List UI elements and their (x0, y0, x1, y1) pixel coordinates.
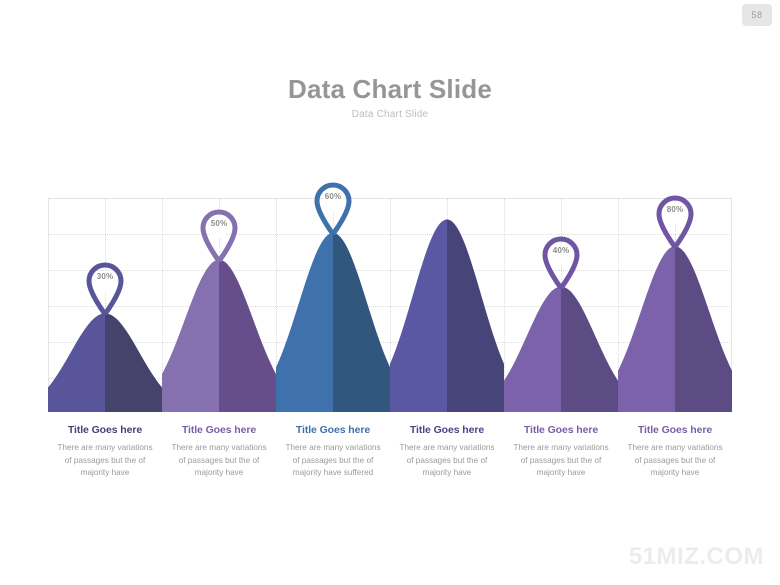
bell-curve-right-half (675, 246, 732, 412)
map-pin-icon (656, 195, 694, 249)
legend-column-body: There are many variations of passages bu… (399, 443, 495, 477)
bell-curve-right-half (105, 313, 162, 412)
legend-column-title: Title Goes here (67, 424, 143, 436)
map-pin-icon (200, 209, 238, 262)
pin-marker[interactable]: 30% (83, 259, 127, 316)
legend-column-title: Title Goes here (295, 424, 371, 436)
bell-curve-left-half (162, 259, 219, 412)
bell-curve-right-half (561, 286, 618, 412)
legend-column: Title Goes here There are many variations… (390, 424, 504, 524)
pin-marker[interactable]: 60% (311, 179, 355, 235)
legend-column-body: There are many variations of passages bu… (57, 443, 153, 477)
bell-curve-left-half (48, 313, 105, 412)
legend-column: Title Goes here There are many variations… (48, 424, 162, 524)
legend-label-row: Title Goes here There are many variations… (48, 424, 732, 524)
pin-percent-label: 40% (552, 245, 570, 255)
chart-area: 30% 50% 60% 40% 80% (48, 182, 732, 412)
legend-column-body: There are many variations of passages bu… (513, 443, 609, 477)
pin-marker[interactable]: 80% (653, 192, 697, 249)
legend-column: Title Goes here There are many variations… (618, 424, 732, 524)
bell-curve-left-half (390, 219, 447, 412)
bell-curve-left-half (618, 246, 675, 412)
pin-percent-label: 50% (210, 218, 228, 228)
legend-column: Title Goes here There are many variations… (276, 424, 390, 524)
legend-column: Title Goes here There are many variations… (504, 424, 618, 524)
pin-marker[interactable]: 40% (539, 233, 583, 289)
legend-column-title: Title Goes here (181, 424, 257, 436)
map-pin-icon (542, 236, 580, 289)
legend-column-body: There are many variations of passages bu… (627, 443, 723, 477)
bell-curve-right-half (333, 232, 390, 412)
bell-curve-right-half (447, 219, 504, 412)
page-number-text: 58 (751, 10, 763, 20)
watermark: 51MIZ.COM (628, 543, 764, 570)
page-subtitle: Data Chart Slide (351, 109, 429, 120)
pin-marker[interactable]: 50% (197, 206, 241, 262)
pin-percent-label: 30% (96, 272, 114, 282)
map-pin-icon (86, 262, 124, 316)
bell-curve-left-half (504, 286, 561, 412)
page-number-badge: 58 (742, 4, 772, 26)
legend-column-body: There are many variations of passages bu… (171, 443, 267, 477)
legend-column-body: There are many variations of passages bu… (285, 443, 381, 477)
legend-column-title: Title Goes here (409, 424, 485, 436)
page-title: Data Chart Slide (287, 74, 493, 104)
legend-column-title: Title Goes here (637, 424, 713, 436)
legend-column: Title Goes here There are many variations… (162, 424, 276, 524)
map-pin-icon (314, 182, 352, 235)
slide-canvas: 58 Data Chart Slide Data Chart Slide 30%… (0, 0, 780, 585)
pin-percent-label: 60% (324, 191, 342, 201)
bell-curves (48, 198, 732, 412)
pin-percent-label: 80% (666, 205, 684, 215)
bell-curve-left-half (276, 232, 333, 412)
bell-curve-right-half (219, 259, 276, 412)
legend-column-title: Title Goes here (523, 424, 599, 436)
